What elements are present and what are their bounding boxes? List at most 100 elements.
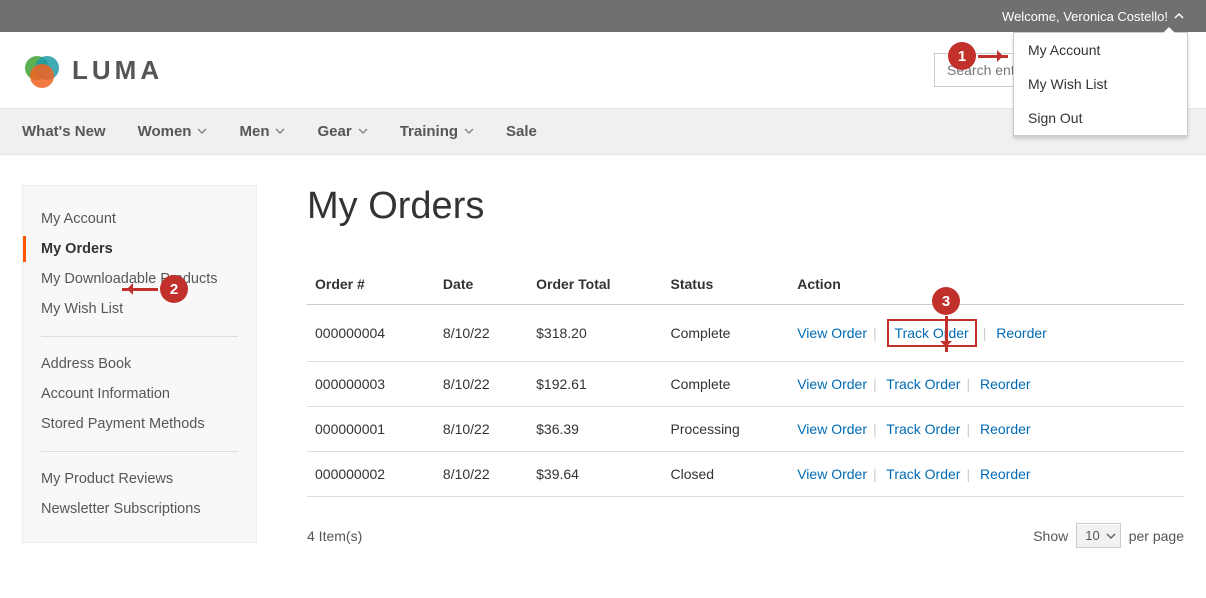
nav-label: Men [239,123,269,140]
separator: | [983,325,987,341]
nav-whats-new[interactable]: What's New [22,109,124,154]
sidebar-account-info[interactable]: Account Information [41,379,238,409]
reorder-link[interactable]: Reorder [980,376,1031,392]
annotation-badge-2: 2 [160,275,188,303]
reorder-link[interactable]: Reorder [980,421,1031,437]
cell-order-num: 000000002 [307,452,435,497]
chevron-down-icon [1106,531,1116,541]
cell-actions: View Order | Track Order | Reorder [789,305,1184,362]
logo-icon [22,50,62,90]
annotation-arrow-2 [122,288,158,291]
chevron-down-icon [275,123,285,140]
reorder-link[interactable]: Reorder [996,325,1047,341]
sidebar-my-account[interactable]: My Account [41,204,238,234]
cell-date: 8/10/22 [435,362,528,407]
annotation-arrow-1 [978,55,1008,58]
logo[interactable]: LUMA [22,50,163,90]
account-dropdown: My Account My Wish List Sign Out [1013,32,1188,136]
separator: | [966,376,970,392]
th-date: Date [435,264,528,305]
cell-total: $39.64 [528,452,662,497]
chevron-up-icon [1174,9,1184,24]
separator: | [966,421,970,437]
table-row: 000000002 8/10/22 $39.64 Closed View Ord… [307,452,1184,497]
nav-gear[interactable]: Gear [317,109,385,154]
pager-value: 10 [1085,528,1099,543]
welcome-text: Welcome, Veronica Costello! [1002,9,1168,24]
cell-status: Closed [663,452,790,497]
dropdown-my-wishlist[interactable]: My Wish List [1014,67,1187,101]
th-total: Order Total [528,264,662,305]
chevron-down-icon [358,123,368,140]
nav-label: Gear [317,123,351,140]
annotation-badge-1: 1 [948,42,976,70]
view-order-link[interactable]: View Order [797,376,867,392]
cell-total: $192.61 [528,362,662,407]
table-row: 000000001 8/10/22 $36.39 Processing View… [307,407,1184,452]
th-action: Action [789,264,1184,305]
nav-women[interactable]: Women [138,109,226,154]
nav-label: Training [400,123,458,140]
track-order-link[interactable]: Track Order [895,325,969,341]
separator: | [873,466,877,482]
cell-actions: View Order | Track Order | Reorder [789,362,1184,407]
dropdown-sign-out[interactable]: Sign Out [1014,101,1187,135]
sidebar-newsletter[interactable]: Newsletter Subscriptions [41,494,238,524]
cell-status: Complete [663,305,790,362]
main: My Account My Orders My Downloadable Pro… [0,155,1206,578]
pager: 4 Item(s) Show 10 per page [307,523,1184,548]
view-order-link[interactable]: View Order [797,421,867,437]
annotation-arrow-3 [945,316,948,352]
view-order-link[interactable]: View Order [797,466,867,482]
sidebar-address-book[interactable]: Address Book [41,349,238,379]
table-row: 000000003 8/10/22 $192.61 Complete View … [307,362,1184,407]
cell-total: $318.20 [528,305,662,362]
cell-actions: View Order | Track Order | Reorder [789,407,1184,452]
cell-total: $36.39 [528,407,662,452]
nav-training[interactable]: Training [400,109,492,154]
nav-sale[interactable]: Sale [506,109,555,154]
welcome-dropdown-toggle[interactable]: Welcome, Veronica Costello! [1002,9,1184,24]
separator: | [966,466,970,482]
cell-order-num: 000000003 [307,362,435,407]
cell-order-num: 000000004 [307,305,435,362]
track-order-link[interactable]: Track Order [886,421,960,437]
cell-status: Processing [663,407,790,452]
sidebar-product-reviews[interactable]: My Product Reviews [41,464,238,494]
logo-text: LUMA [72,55,163,86]
nav-label: What's New [22,123,106,140]
pager-select[interactable]: 10 [1076,523,1120,548]
track-order-highlight: Track Order [887,319,977,347]
pager-count: 4 Item(s) [307,528,362,544]
cell-date: 8/10/22 [435,407,528,452]
pager-per-label: per page [1129,528,1184,544]
view-order-link[interactable]: View Order [797,325,867,341]
page-title: My Orders [307,185,1184,228]
separator: | [873,325,877,341]
reorder-link[interactable]: Reorder [980,466,1031,482]
cell-date: 8/10/22 [435,305,528,362]
orders-table: Order # Date Order Total Status Action 0… [307,264,1184,497]
table-row: 000000004 8/10/22 $318.20 Complete View … [307,305,1184,362]
th-order-num: Order # [307,264,435,305]
nav-label: Sale [506,123,537,140]
sidebar-payment-methods[interactable]: Stored Payment Methods [41,409,238,439]
nav-men[interactable]: Men [239,109,303,154]
th-status: Status [663,264,790,305]
cell-date: 8/10/22 [435,452,528,497]
chevron-down-icon [464,123,474,140]
sidebar-wishlist[interactable]: My Wish List [41,294,238,324]
content: My Orders Order # Date Order Total Statu… [307,185,1184,548]
dropdown-my-account[interactable]: My Account [1014,33,1187,67]
pager-show-label: Show [1033,528,1068,544]
chevron-down-icon [197,123,207,140]
separator: | [873,376,877,392]
track-order-link[interactable]: Track Order [886,376,960,392]
sidebar-my-orders[interactable]: My Orders [41,234,238,264]
sidebar-divider [41,451,238,452]
separator: | [873,421,877,437]
top-bar: Welcome, Veronica Costello! My Account M… [0,0,1206,32]
annotation-badge-3: 3 [932,287,960,315]
nav-label: Women [138,123,192,140]
track-order-link[interactable]: Track Order [886,466,960,482]
